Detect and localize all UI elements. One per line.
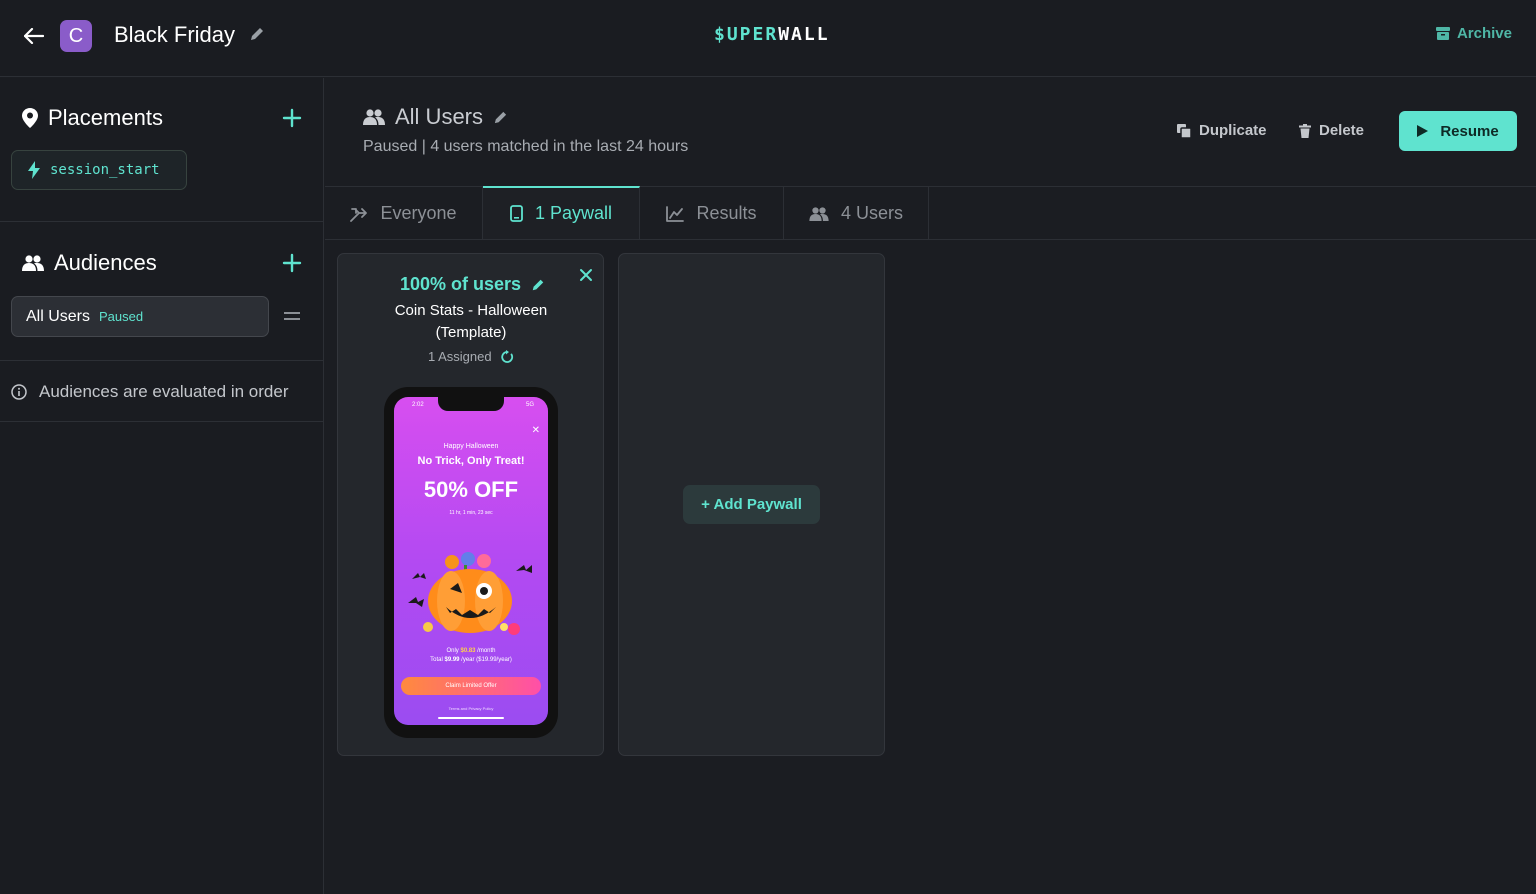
info-circle-icon	[11, 384, 27, 400]
percent-label: 100% of users	[400, 274, 522, 294]
sidebar-divider	[0, 360, 324, 361]
sidebar-divider	[0, 421, 324, 422]
audiences-title: Audiences	[54, 250, 157, 275]
paywall-phone-preview[interactable]: 2:02 5G ✕ Happy Halloween No Trick, Only…	[384, 387, 558, 738]
tab-label: Everyone	[380, 203, 457, 223]
archive-button[interactable]: Archive	[1435, 25, 1512, 42]
resume-label: Resume	[1440, 122, 1499, 140]
audience-status-badge: Paused	[99, 309, 144, 324]
resume-button[interactable]: Resume	[1399, 111, 1517, 151]
archive-label: Archive	[1456, 25, 1512, 42]
placements-title: Placements	[48, 105, 163, 130]
pumpkin-illustration-icon	[408, 552, 532, 635]
users-icon	[22, 255, 44, 271]
placements-header: Placements	[22, 105, 163, 131]
edit-pencil-icon[interactable]	[531, 278, 545, 292]
duplicate-icon	[1177, 123, 1191, 138]
phone-notch	[438, 397, 504, 411]
phone-offer: 50% OFF	[423, 477, 519, 502]
phone-close-icon: ✕	[531, 425, 540, 436]
phone-screen: 2:02 5G ✕ Happy Halloween No Trick, Only…	[394, 397, 548, 725]
users-icon	[363, 109, 385, 125]
add-placement-plus-icon[interactable]	[282, 108, 304, 130]
phone-countdown: 11 hr, 1 min, 23 sec	[449, 510, 493, 516]
audience-title: All Users	[395, 104, 484, 129]
paywall-card[interactable]: 100% of users Coin Stats - Halloween (Te…	[337, 253, 604, 756]
audience-item-label: All Users	[26, 307, 91, 325]
paywall-name: Coin Stats - Halloween (Template)	[394, 302, 548, 341]
phone-home-bar	[438, 717, 504, 719]
tab-everyone[interactable]: Everyone	[325, 187, 483, 240]
tab-bar: Everyone 1 Paywall Results 4 Users	[325, 186, 1536, 240]
play-icon	[1417, 125, 1429, 137]
add-paywall-button[interactable]: + Add Paywall	[683, 485, 820, 524]
top-bar: C Black Friday $UPERWALL Archive	[0, 0, 1536, 77]
phone-terms: Terms and Privacy Policy	[448, 706, 494, 711]
edit-pencil-icon[interactable]	[249, 26, 267, 44]
audiences-header: Audiences	[22, 250, 157, 276]
add-paywall-card: + Add Paywall	[618, 253, 885, 756]
delete-button[interactable]: Delete	[1299, 122, 1364, 139]
phone-cta-button: Claim Limited Offer	[401, 677, 541, 695]
phone-signal: 5G	[525, 402, 534, 408]
audience-status-line: Paused | 4 users matched in the last 24 …	[363, 138, 689, 155]
refresh-icon[interactable]	[500, 349, 514, 364]
phone-headline: No Trick, Only Treat!	[417, 455, 525, 467]
location-pin-icon	[22, 108, 38, 128]
phone-time: 2:02	[412, 402, 424, 408]
main-panel: All Users Paused | 4 users matched in th…	[325, 78, 1536, 894]
tab-results[interactable]: Results	[640, 187, 784, 240]
percent-row: 100% of users	[400, 274, 545, 295]
phone-icon	[510, 205, 523, 222]
tab-label: 4 Users	[840, 203, 903, 223]
campaign-title: Black Friday	[114, 22, 236, 47]
tab-label: 1 Paywall	[534, 203, 613, 223]
app-avatar[interactable]: C	[60, 20, 92, 52]
sidebar: Placements session_start Audiences All U…	[0, 78, 324, 894]
placement-chip-label: session_start	[50, 162, 160, 178]
archive-icon	[1435, 27, 1450, 40]
placement-session-start[interactable]: session_start	[11, 150, 187, 190]
tab-paywall[interactable]: 1 Paywall	[483, 186, 640, 239]
phone-greeting: Happy Halloween	[443, 443, 499, 450]
edit-pencil-icon[interactable]	[493, 110, 508, 125]
assigned-row: 1 Assigned	[428, 349, 514, 364]
assigned-count: 1 Assigned	[428, 349, 492, 364]
trash-icon	[1299, 123, 1311, 138]
sidebar-divider	[0, 221, 324, 222]
lightning-bolt-icon	[28, 161, 40, 179]
audience-header: All Users	[363, 104, 508, 130]
users-icon	[809, 206, 829, 221]
duplicate-label: Duplicate	[1199, 122, 1267, 139]
delete-label: Delete	[1319, 122, 1365, 139]
superwall-logo: $UPERWALL	[714, 24, 830, 45]
phone-price: Only $0.83 /month Total $9.99 /year ($19…	[430, 648, 512, 663]
duplicate-button[interactable]: Duplicate	[1177, 122, 1267, 139]
audience-order-info: Audiences are evaluated in order	[11, 382, 289, 402]
audience-item-all-users[interactable]: All Users Paused	[11, 296, 269, 337]
tab-label: Results	[696, 203, 757, 223]
close-icon[interactable]	[579, 268, 593, 282]
drag-handle-icon[interactable]	[284, 312, 300, 322]
split-icon	[350, 206, 368, 222]
tab-users[interactable]: 4 Users	[784, 187, 929, 240]
back-arrow-icon[interactable]	[20, 22, 48, 50]
add-audience-plus-icon[interactable]	[282, 253, 304, 275]
info-text: Audiences are evaluated in order	[39, 382, 289, 401]
chart-icon	[666, 205, 685, 222]
